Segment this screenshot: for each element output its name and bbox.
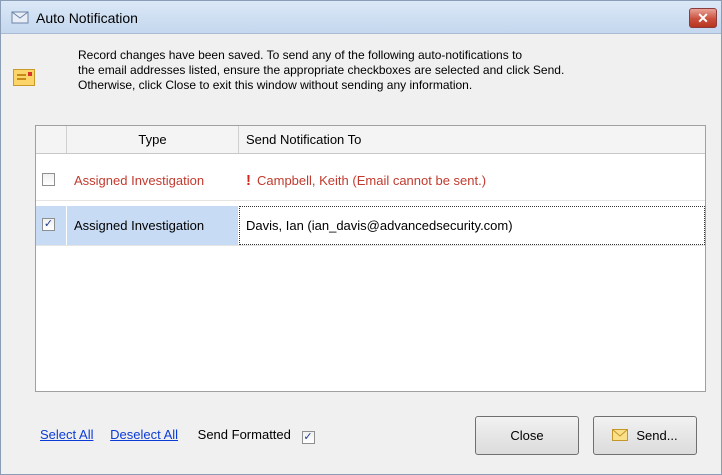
row-recipient: ! Campbell, Keith (Email cannot be sent.) <box>246 161 486 200</box>
focused-cell-outline <box>239 206 705 245</box>
info-message: Record changes have been saved. To send … <box>78 48 698 93</box>
close-button[interactable]: Close <box>475 416 579 455</box>
message-line: Record changes have been saved. To send … <box>78 48 523 62</box>
select-all-link[interactable]: Select All <box>40 427 93 442</box>
recipient-text: Campbell, Keith (Email cannot be sent.) <box>257 173 487 188</box>
title-bar[interactable]: Auto Notification ✕ <box>1 1 721 34</box>
message-line: the email addresses listed, ensure the a… <box>78 63 565 77</box>
table-row[interactable]: ✓ Assigned Investigation Davis, Ian (ian… <box>36 206 705 246</box>
send-button[interactable]: Send... <box>593 416 697 455</box>
send-formatted-label: Send Formatted <box>197 427 291 442</box>
row-checkbox[interactable]: ✓ <box>42 218 55 231</box>
deselect-all-link[interactable]: Deselect All <box>110 427 178 442</box>
row-checkbox[interactable] <box>42 173 55 186</box>
row-checkbox-cell: ✓ <box>36 206 66 245</box>
row-type: Assigned Investigation <box>67 206 238 245</box>
notifications-grid[interactable]: Type Send Notification To Assigned Inves… <box>35 125 706 392</box>
message-line: Otherwise, click Close to exit this wind… <box>78 78 473 92</box>
header-checkbox-cell <box>36 126 67 153</box>
envelope-icon <box>612 429 629 441</box>
window-title: Auto Notification <box>36 10 138 26</box>
send-button-label: Send... <box>636 428 678 443</box>
column-header-type[interactable]: Type <box>67 126 239 153</box>
grid-header: Type Send Notification To <box>36 126 705 154</box>
row-type: Assigned Investigation <box>74 173 205 188</box>
exclamation-icon: ! <box>246 172 251 189</box>
close-window-button[interactable]: ✕ <box>689 8 717 28</box>
table-row[interactable]: Assigned Investigation ! Campbell, Keith … <box>36 161 705 201</box>
envelope-icon <box>13 69 35 86</box>
send-formatted-checkbox[interactable]: ✓ <box>301 431 315 444</box>
mail-notification-icon <box>11 11 29 24</box>
column-header-send-to[interactable]: Send Notification To <box>239 126 704 153</box>
footer-links: Select All Deselect All Send Formatted ✓ <box>40 427 315 444</box>
auto-notification-window: Auto Notification ✕ Record changes have … <box>0 0 722 475</box>
